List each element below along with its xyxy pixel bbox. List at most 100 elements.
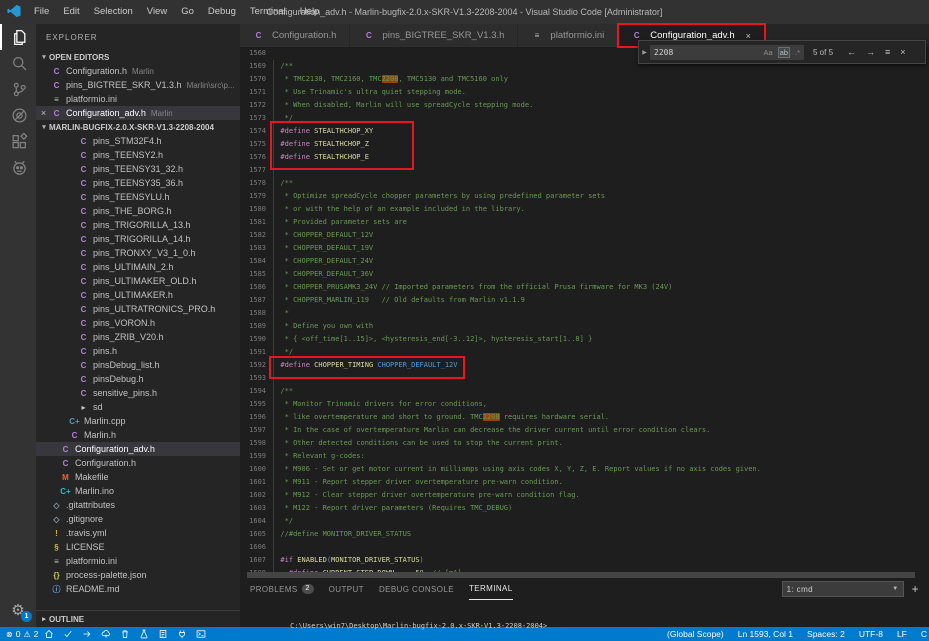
outline-label: OUTLINE [49,615,84,624]
panel-tab-debug-console[interactable]: DEBUG CONSOLE [379,578,454,600]
menu-view[interactable]: View [140,0,174,24]
activity-debug-icon[interactable] [0,102,36,128]
tree-item[interactable]: C+Marlin.ino [36,484,240,498]
status-cloud-upload-icon[interactable] [101,629,111,639]
menu-debug[interactable]: Debug [201,0,243,24]
new-terminal-button[interactable]: + [912,583,919,595]
c-file-icon: C [363,31,374,40]
tree-item[interactable]: §LICENSE [36,540,240,554]
panel-tab-output[interactable]: OUTPUT [329,578,364,600]
tree-item[interactable]: ▸sd [36,400,240,414]
code-line: 1585 * CHOPPER_DEFAULT_36V [240,268,929,281]
outline-section[interactable]: ▸ OUTLINE [36,610,240,627]
problems-indicator[interactable]: ⊗ 0 ⚠ 2 [6,629,38,639]
status-build-icon[interactable] [63,629,73,639]
tab-pins_BIGTREE_SKR_V1.3.h[interactable]: Cpins_BIGTREE_SKR_V1.3.h [350,24,518,47]
settings-gear-button[interactable]: ⚙1 [0,601,36,619]
find-next-button[interactable]: → [866,47,875,57]
status-upload-icon[interactable] [82,629,92,639]
tree-item[interactable]: Cpins_TEENSY31_32.h [36,162,240,176]
line-number: 1570 [240,73,272,86]
find-previous-button[interactable]: ← [847,47,856,57]
menu-file[interactable]: File [27,0,56,24]
tree-item[interactable]: Cpins_THE_BORG.h [36,204,240,218]
activity-source-control-icon[interactable] [0,76,36,102]
tree-item[interactable]: Cpins_TEENSY2.h [36,148,240,162]
file-label: pins_TRIGORILLA_14.h [93,234,191,244]
tree-item[interactable]: Cpins_VORON.h [36,316,240,330]
code-line: 1579 * Optimize spreadCycle chopper para… [240,190,929,203]
horizontal-scrollbar[interactable] [240,572,929,578]
status-new-terminal-icon[interactable] [196,629,206,639]
menu-selection[interactable]: Selection [87,0,140,24]
project-folder-header[interactable]: ▾ MARLIN-BUGFIX-2.0.X-SKR-V1.3-2208-2004 [36,120,240,134]
tree-item[interactable]: Csensitive_pins.h [36,386,240,400]
open-editor-item[interactable]: Cpins_BIGTREE_SKR_V1.3.hMarlin\src\p... [36,78,240,92]
open-editor-item[interactable]: CConfiguration.hMarlin [36,64,240,78]
activity-extensions-icon[interactable] [0,128,36,154]
menu-go[interactable]: Go [174,0,201,24]
tree-item[interactable]: Cpins_ULTIMAIN_2.h [36,260,240,274]
tree-item[interactable]: CpinsDebug.h [36,372,240,386]
status-home-icon[interactable] [44,629,54,639]
bottom-panel: PROBLEMS2 OUTPUT DEBUG CONSOLE TERMINAL 1: … [240,578,929,627]
tree-item[interactable]: MMakefile [36,470,240,484]
tree-item[interactable]: ⓘREADME.md [36,582,240,596]
cpp-file-icon: C+ [69,417,80,426]
tree-item[interactable]: Cpins_TEENSY35_36.h [36,176,240,190]
status-clean-icon[interactable] [120,629,130,639]
status-tasks-icon[interactable] [158,629,168,639]
tree-item[interactable]: Cpins_ZRIB_V20.h [36,330,240,344]
status-serial-monitor-icon[interactable] [177,629,187,639]
whole-word-toggle[interactable]: ab [778,47,790,58]
tree-item[interactable]: Cpins_TRONXY_V3_1_0.h [36,246,240,260]
terminal-content[interactable]: C:\Users\win7\Desktop\Marlin-bugfix-2.0.… [240,600,929,638]
activity-search-icon[interactable] [0,50,36,76]
tree-item[interactable]: ≡platformio.ini [36,554,240,568]
tree-item[interactable]: CpinsDebug_list.h [36,358,240,372]
close-icon[interactable]: × [746,31,751,41]
code-text: /** [272,177,293,190]
find-close-button[interactable]: × [900,47,905,57]
status-test-icon[interactable] [139,629,149,639]
tree-item[interactable]: ◇.gitignore [36,512,240,526]
editor[interactable]: 15681569 /**1570 * TMC2130, TMC2160, TMC… [240,47,929,578]
match-case-toggle[interactable]: Aa [763,48,772,57]
tree-item[interactable]: C+Marlin.cpp [36,414,240,428]
find-input[interactable]: 2208 Aa ab .* [650,45,804,60]
panel-tab-problems[interactable]: PROBLEMS2 [250,578,314,600]
tree-item[interactable]: Cpins_TRIGORILLA_14.h [36,232,240,246]
tree-item[interactable]: {}process-palette.json [36,568,240,582]
menu-edit[interactable]: Edit [56,0,86,24]
tab-platformio.ini[interactable]: ≡platformio.ini [518,24,618,47]
tree-item[interactable]: Cpins.h [36,344,240,358]
code-line: 1590 * { <off_time[1..15]>, <hysteresis_… [240,333,929,346]
activity-platformio-icon[interactable] [0,154,36,180]
tree-item[interactable]: Cpins_ULTIMAKER_OLD.h [36,274,240,288]
open-editor-item[interactable]: ×CConfiguration_adv.hMarlin [36,106,240,120]
scrollbar-thumb[interactable] [247,572,915,578]
tree-item[interactable]: ◇.gitattributes [36,498,240,512]
find-expand-chevron-icon[interactable]: ▶ [639,49,650,56]
tree-item[interactable]: Cpins_TEENSYLU.h [36,190,240,204]
tree-item[interactable]: CMarlin.h [36,428,240,442]
open-editor-item[interactable]: ≡platformio.ini [36,92,240,106]
tree-item[interactable]: !.travis.yml [36,526,240,540]
tree-item[interactable]: CConfiguration_adv.h [36,442,240,456]
tree-item[interactable]: Cpins_STM32F4.h [36,134,240,148]
line-number: 1585 [240,268,272,281]
regex-toggle[interactable]: .* [795,48,800,57]
code-line: 1571 * Use Trinamic's ultra quiet steppi… [240,86,929,99]
tree-item[interactable]: Cpins_ULTIMAKER.h [36,288,240,302]
panel-tab-label: PROBLEMS [250,585,298,594]
terminal-select[interactable]: 1: cmd ▼ [782,581,904,597]
open-editors-header[interactable]: ▾ OPEN EDITORS [36,50,240,64]
close-icon[interactable]: × [36,108,51,118]
tab-Configuration.h[interactable]: CConfiguration.h [240,24,350,47]
tree-item[interactable]: CConfiguration.h [36,456,240,470]
tree-item[interactable]: Cpins_TRIGORILLA_13.h [36,218,240,232]
activity-explorer-icon[interactable] [0,24,36,50]
tree-item[interactable]: Cpins_ULTRATRONICS_PRO.h [36,302,240,316]
find-in-selection-button[interactable]: ≡ [885,47,890,57]
panel-tab-terminal[interactable]: TERMINAL [469,578,513,600]
